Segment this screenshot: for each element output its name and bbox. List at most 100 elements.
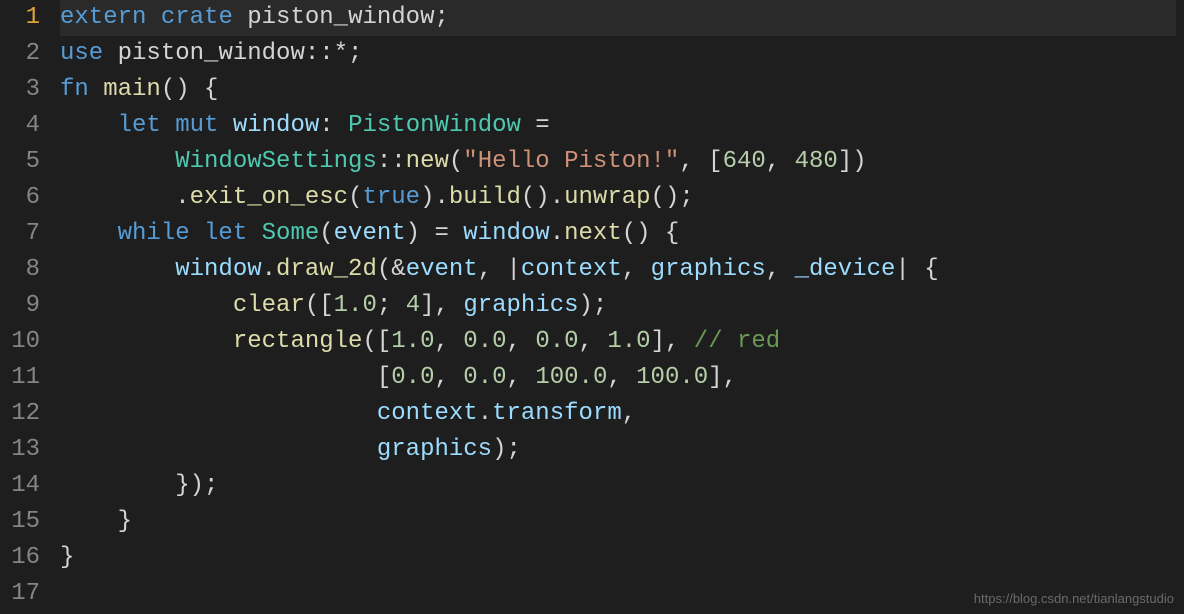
line-number: 6 <box>8 180 40 216</box>
punct: ([ <box>305 292 334 319</box>
number: 0.0 <box>535 328 578 355</box>
identifier: piston_window <box>233 4 435 31</box>
code-content[interactable]: extern crate piston_window; use piston_w… <box>52 0 1184 614</box>
variable: window <box>463 220 549 247</box>
line-number: 9 <box>8 288 40 324</box>
number: 480 <box>795 148 838 175</box>
punct: : <box>319 112 348 139</box>
punct: ); <box>492 436 521 463</box>
operator: = <box>521 112 550 139</box>
variable: context <box>521 256 622 283</box>
code-line: rectangle([1.0, 0.0, 0.0, 1.0], // red <box>60 324 1176 360</box>
line-number: 2 <box>8 36 40 72</box>
function-name: next <box>564 220 622 247</box>
punct: . <box>550 220 564 247</box>
variable: graphics <box>377 436 492 463</box>
punct: } <box>60 508 132 535</box>
line-number: 11 <box>8 360 40 396</box>
property: transform <box>492 400 622 427</box>
keyword: let <box>118 112 161 139</box>
code-line: } <box>60 504 1176 540</box>
code-line: extern crate piston_window; <box>60 0 1176 36</box>
punct: . <box>262 256 276 283</box>
punct: , <box>766 256 795 283</box>
punct: :: <box>377 148 406 175</box>
number: 1.0 <box>334 292 377 319</box>
variable: event <box>334 220 406 247</box>
punct: , <box>434 364 463 391</box>
indent <box>60 436 377 463</box>
type: PistonWindow <box>348 112 521 139</box>
line-number: 10 <box>8 324 40 360</box>
number: 640 <box>723 148 766 175</box>
code-line: fn main() { <box>60 72 1176 108</box>
punct: ). <box>420 184 449 211</box>
punct: ], <box>651 328 694 355</box>
keyword: crate <box>161 4 233 31</box>
number: 4 <box>406 292 420 319</box>
punct: ); <box>579 292 608 319</box>
line-number: 12 <box>8 396 40 432</box>
variable: window <box>175 256 261 283</box>
punct: , | <box>478 256 521 283</box>
punct: , <box>434 328 463 355</box>
variable: graphics <box>463 292 578 319</box>
number: 0.0 <box>463 328 506 355</box>
line-number: 16 <box>8 540 40 576</box>
indent <box>60 292 233 319</box>
code-line: } <box>60 540 1176 576</box>
path: piston_window::*; <box>103 40 362 67</box>
line-number: 14 <box>8 468 40 504</box>
punct: ) = <box>406 220 464 247</box>
line-number: 13 <box>8 432 40 468</box>
code-line: }); <box>60 468 1176 504</box>
punct: ; <box>434 4 448 31</box>
punct: , <box>607 364 636 391</box>
function-name: unwrap <box>564 184 650 211</box>
function-name: new <box>406 148 449 175</box>
punct: (); <box>651 184 694 211</box>
type: Some <box>247 220 319 247</box>
punct: . <box>478 400 492 427</box>
keyword: extern <box>60 4 146 31</box>
punct: ]) <box>838 148 867 175</box>
line-number: 1 <box>8 0 40 36</box>
variable: event <box>406 256 478 283</box>
punct: () { <box>622 220 680 247</box>
function-name: main <box>89 76 161 103</box>
variable: _device <box>795 256 896 283</box>
string: "Hello Piston!" <box>463 148 679 175</box>
indent <box>60 400 377 427</box>
punct: | { <box>895 256 938 283</box>
code-line: graphics); <box>60 432 1176 468</box>
type: WindowSettings <box>175 148 377 175</box>
number: 100.0 <box>535 364 607 391</box>
keyword: true <box>362 184 420 211</box>
punct: ( <box>449 148 463 175</box>
punct: , <box>622 400 636 427</box>
punct: , <box>507 364 536 391</box>
punct: (). <box>521 184 564 211</box>
punct: , [ <box>679 148 722 175</box>
punct: ; <box>377 292 406 319</box>
line-number: 4 <box>8 108 40 144</box>
number: 0.0 <box>463 364 506 391</box>
keyword: while <box>118 220 190 247</box>
function-name: draw_2d <box>276 256 377 283</box>
function-name: build <box>449 184 521 211</box>
indent: . <box>60 184 190 211</box>
number: 0.0 <box>391 364 434 391</box>
indent <box>60 148 175 175</box>
code-editor: 1 2 3 4 5 6 7 8 9 10 11 12 13 14 15 16 1… <box>0 0 1184 614</box>
function-name: rectangle <box>233 328 363 355</box>
number: 1.0 <box>391 328 434 355</box>
indent <box>60 256 175 283</box>
punct: , <box>622 256 651 283</box>
punct: } <box>60 544 74 571</box>
keyword: fn <box>60 76 89 103</box>
code-line: .exit_on_esc(true).build().unwrap(); <box>60 180 1176 216</box>
line-number: 8 <box>8 252 40 288</box>
line-number: 5 <box>8 144 40 180</box>
indent <box>60 328 233 355</box>
keyword: let <box>190 220 248 247</box>
